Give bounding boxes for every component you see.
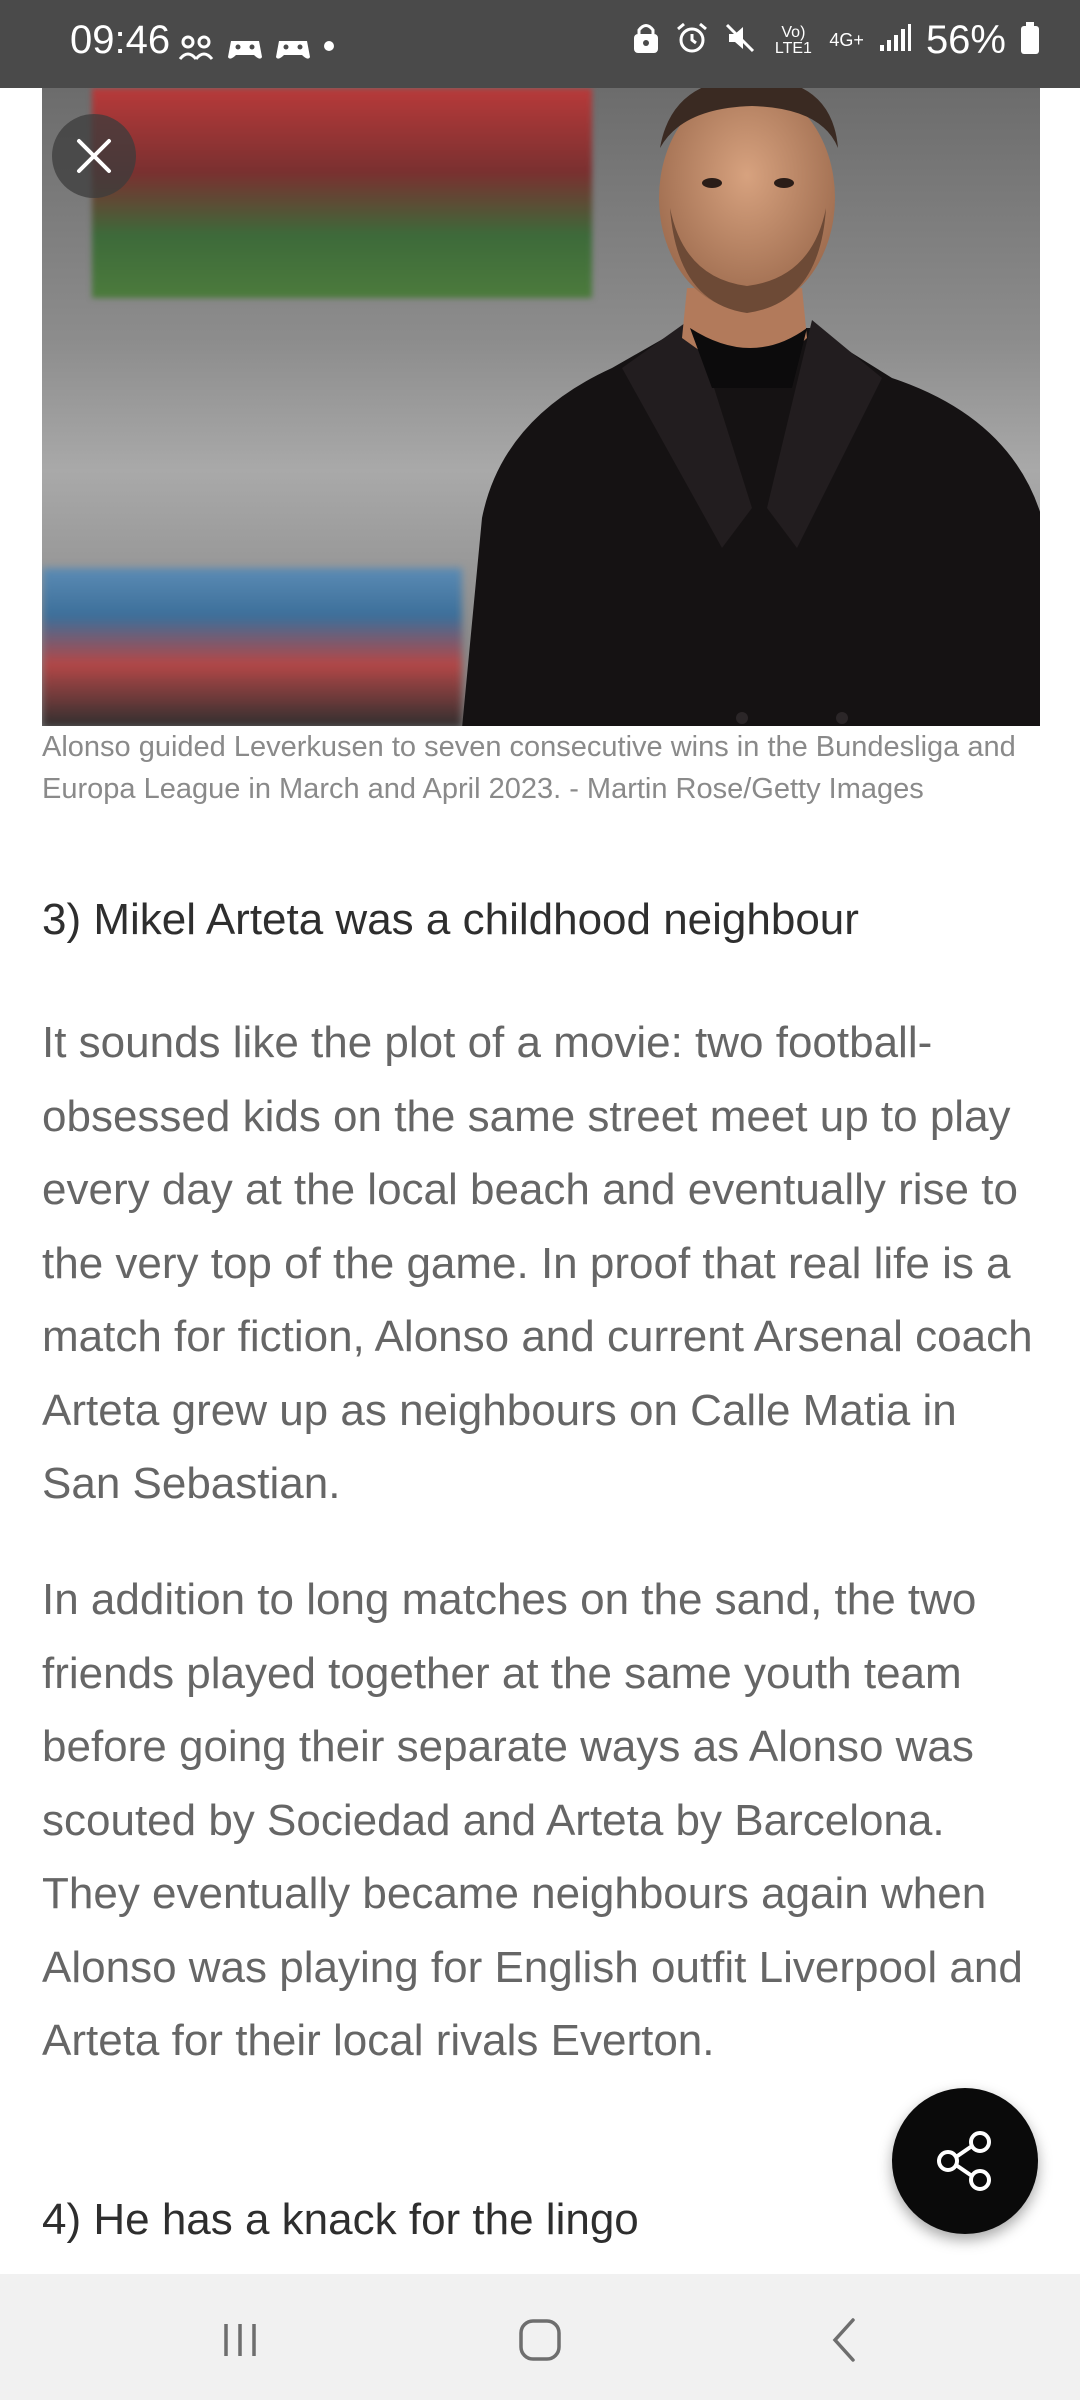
article-paragraph-2: In addition to long matches on the sand,…: [42, 1575, 1023, 2065]
status-left-icons: [178, 30, 336, 65]
mute-icon: [723, 21, 757, 60]
close-icon: [77, 139, 111, 173]
share-button[interactable]: [892, 2088, 1038, 2234]
battery-icon: [1020, 21, 1040, 60]
network-4g-icon: 4G+: [829, 30, 864, 50]
close-button[interactable]: [52, 114, 136, 198]
dot-icon: [322, 30, 336, 65]
share-icon: [937, 2131, 991, 2191]
section-heading-3: 3) Mikel Arteta was a childhood neighbou…: [42, 895, 859, 944]
status-bar: 09:46 Vo) LTE1 4G+ 56%: [0, 0, 1080, 88]
article-hero-image: [42, 88, 1040, 726]
volte-icon: Vo) LTE1: [774, 23, 812, 57]
coach-photo: [462, 88, 1040, 726]
home-icon: [519, 2319, 561, 2361]
recent-apps-button[interactable]: [210, 2310, 270, 2370]
stadium-stand-background: [42, 568, 462, 726]
signal-icon: [878, 23, 912, 58]
back-icon: [832, 2318, 855, 2362]
game-controller-icon: [274, 33, 310, 63]
group-icon: [178, 33, 214, 63]
status-right-icons: Vo) LTE1 4G+ 56%: [631, 18, 1040, 63]
battery-percentage: 56%: [925, 18, 1006, 62]
back-button[interactable]: [815, 2310, 875, 2370]
section-heading-4: 4) He has a knack for the lingo: [42, 2195, 639, 2244]
lock-icon: [631, 21, 661, 60]
game-controller-icon: [226, 33, 262, 63]
alarm-icon: [675, 21, 709, 60]
recent-apps-icon: [224, 2324, 256, 2356]
image-caption: Alonso guided Leverkusen to seven consec…: [42, 731, 1016, 805]
home-button[interactable]: [510, 2310, 570, 2370]
article-paragraph-1: It sounds like the plot of a movie: two …: [42, 1018, 1033, 1508]
status-time: 09:46: [70, 18, 171, 62]
system-navigation-bar: [0, 2274, 1080, 2400]
